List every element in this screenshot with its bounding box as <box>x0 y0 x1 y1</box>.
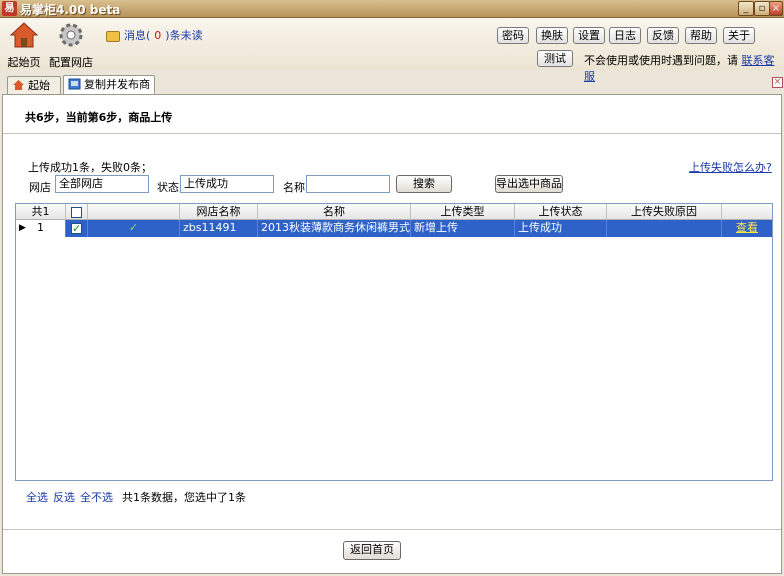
selection-summary: 共1条数据，您选中了1条 <box>122 491 246 504</box>
gear-icon <box>59 23 83 47</box>
row-checkbox-cell[interactable] <box>66 220 88 237</box>
shop-filter-select[interactable]: 全部网店 <box>55 175 149 193</box>
tab-bar: 起始页 复制并发布商品 <box>0 73 784 109</box>
column-header-select[interactable] <box>66 204 88 220</box>
maximize-button[interactable]: ▫ <box>754 1 770 16</box>
minimize-button[interactable]: _ <box>738 1 754 16</box>
view-link[interactable]: 查看 <box>722 220 772 237</box>
close-button[interactable]: × <box>769 1 783 16</box>
home-icon <box>13 80 24 90</box>
column-header-status[interactable]: 上传状态 <box>515 204 607 220</box>
divider <box>3 133 781 134</box>
column-header-flag <box>88 204 180 220</box>
export-selected-button[interactable]: 导出选中商品 <box>495 175 563 193</box>
column-header-name[interactable]: 名称 <box>258 204 411 220</box>
config-shop-label: 配置网店 <box>49 56 93 69</box>
row-pointer-icon: ▶ <box>19 223 26 233</box>
row-name-cell: 2013秋装薄款商务休闲裤男式装... <box>258 220 411 237</box>
config-shop-button[interactable]: 配置网店 <box>46 20 96 70</box>
tab-home[interactable]: 起始页 <box>7 76 61 109</box>
upload-failure-help-link[interactable]: 上传失败怎么办? <box>689 159 772 175</box>
settings-button[interactable]: 设置 <box>573 27 605 44</box>
row-shop-cell: zbs11491 <box>180 220 258 237</box>
invert-selection-link[interactable]: 反选 <box>53 489 75 505</box>
help-button[interactable]: 帮助 <box>685 27 717 44</box>
main-panel: 共6步，当前第6步，商品上传 上传成功1条，失败0条； 上传失败怎么办? 网店 … <box>2 94 782 574</box>
envelope-icon <box>106 30 120 42</box>
select-all-link[interactable]: 全选 <box>26 489 48 505</box>
select-none-link[interactable]: 全不选 <box>80 489 113 505</box>
document-icon <box>68 78 81 90</box>
back-home-button[interactable]: 返回首页 <box>343 541 401 560</box>
row-checkbox[interactable] <box>71 221 82 237</box>
column-header-reason[interactable]: 上传失败原因 <box>607 204 722 220</box>
column-header-type[interactable]: 上传类型 <box>411 204 515 220</box>
test-button[interactable]: 测试 <box>537 50 573 67</box>
about-button[interactable]: 关于 <box>723 27 755 44</box>
tab-copy-publish[interactable]: 复制并发布商品 <box>63 75 155 108</box>
upload-result-text: 上传成功1条，失败0条； <box>28 161 152 174</box>
log-button[interactable]: 日志 <box>609 27 641 44</box>
window-title: 易掌柜4.00 beta <box>20 3 121 17</box>
step-title: 共6步，当前第6步，商品上传 <box>25 111 173 124</box>
column-header-shop[interactable]: 网店名称 <box>180 204 258 220</box>
app-icon: 易 <box>2 1 17 16</box>
shop-filter-label: 网店 <box>29 181 51 194</box>
row-type-cell: 新增上传 <box>411 220 515 237</box>
select-all-checkbox[interactable] <box>71 206 82 218</box>
name-filter-input[interactable] <box>306 175 390 193</box>
row-index-cell: ▶ 1 <box>16 220 66 237</box>
table-row[interactable]: ▶ 1 ✓ zbs11491 2013秋装薄款商务休闲裤男式装... 新增上传 … <box>16 220 772 237</box>
message-indicator[interactable]: 消息(0)条未读 <box>106 27 203 43</box>
title-bar: 易 易掌柜4.00 beta _ ▫ × <box>0 0 784 18</box>
message-count: 0 <box>154 29 162 42</box>
password-button[interactable]: 密码 <box>497 27 529 44</box>
home-tool-button[interactable]: 起始页 <box>0 20 48 70</box>
success-check-icon: ✓ <box>88 220 180 237</box>
home-tool-label: 起始页 <box>7 56 41 69</box>
feedback-button[interactable]: 反馈 <box>647 27 679 44</box>
message-suffix: )条未读 <box>165 29 203 42</box>
status-filter-label: 状态 <box>157 181 179 194</box>
row-reason-cell <box>607 220 722 237</box>
row-index: 1 <box>37 221 44 234</box>
skin-button[interactable]: 换肤 <box>536 27 568 44</box>
message-prefix: 消息( <box>124 29 151 42</box>
table-header: 共1 网店名称 名称 上传类型 上传状态 上传失败原因 <box>16 204 772 220</box>
search-button[interactable]: 搜索 <box>396 175 452 193</box>
column-header-count: 共1 <box>16 204 66 220</box>
row-status-cell: 上传成功 <box>515 220 607 237</box>
name-filter-label: 名称 <box>283 181 305 194</box>
status-filter-select[interactable]: 上传成功 <box>180 175 274 193</box>
divider <box>3 529 781 530</box>
upload-results-table: 共1 网店名称 名称 上传类型 上传状态 上传失败原因 ▶ 1 ✓ zbs114… <box>15 203 773 481</box>
help-hint-text: 不会使用或使用时遇到问题，请 <box>584 54 738 67</box>
close-tab-icon[interactable]: × <box>772 77 783 88</box>
column-header-action <box>722 204 772 220</box>
home-icon <box>9 22 39 48</box>
